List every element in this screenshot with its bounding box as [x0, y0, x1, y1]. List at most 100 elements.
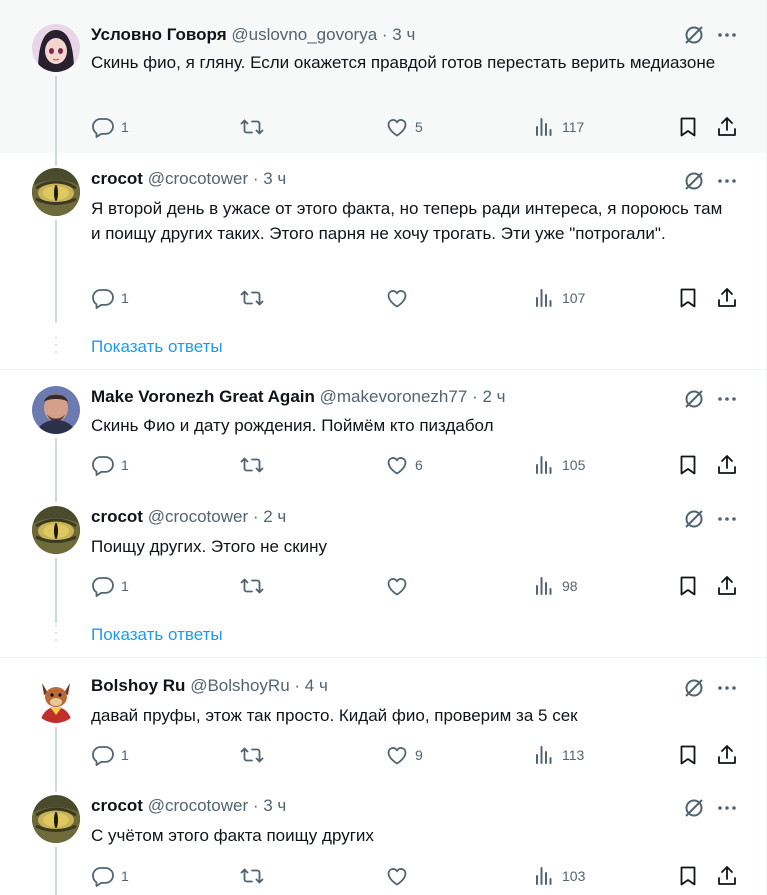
- grok-icon[interactable]: [683, 24, 705, 46]
- tweet-text: давай пруфы, этож так просто. Кидай фио,…: [91, 706, 578, 725]
- like-icon: [385, 453, 409, 477]
- author-handle[interactable]: @BolshoyRu: [190, 676, 289, 695]
- like-button[interactable]: [385, 864, 415, 888]
- share-button[interactable]: [715, 574, 739, 598]
- views-icon: [532, 286, 556, 310]
- author-name[interactable]: Make Voronezh Great Again: [91, 387, 315, 406]
- show-replies-link[interactable]: Показать ответы: [91, 623, 223, 647]
- thread-line: [55, 558, 57, 623]
- views-button[interactable]: 105: [532, 453, 585, 477]
- views-icon: [532, 453, 556, 477]
- like-count: 9: [415, 747, 423, 763]
- separator-dot: ·: [294, 676, 301, 695]
- share-button[interactable]: [715, 743, 739, 767]
- author-name[interactable]: crocot: [91, 169, 143, 188]
- avatar[interactable]: [32, 506, 80, 554]
- views-button[interactable]: 117: [532, 115, 584, 139]
- more-icon[interactable]: [716, 508, 738, 530]
- more-icon[interactable]: [716, 677, 738, 699]
- reply-icon: [91, 115, 115, 139]
- more-icon[interactable]: [716, 24, 738, 46]
- bookmark-button[interactable]: [676, 864, 700, 888]
- bookmark-icon: [676, 286, 700, 310]
- avatar[interactable]: [32, 795, 80, 843]
- timestamp[interactable]: 4 ч: [305, 676, 328, 695]
- views-count: 107: [562, 290, 586, 306]
- grok-icon[interactable]: [683, 170, 705, 192]
- timestamp[interactable]: 3 ч: [392, 25, 415, 44]
- reply-button[interactable]: 1: [91, 864, 129, 888]
- like-button[interactable]: 5: [385, 115, 423, 139]
- reply-button[interactable]: 1: [91, 286, 129, 310]
- views-button[interactable]: 98: [532, 574, 578, 598]
- more-icon[interactable]: [716, 388, 738, 410]
- reply-count: 1: [121, 457, 129, 473]
- retweet-button[interactable]: [240, 453, 270, 477]
- more-icon[interactable]: [716, 170, 738, 192]
- retweet-icon: [240, 115, 264, 139]
- reply-count: 1: [121, 290, 129, 306]
- views-button[interactable]: 103: [532, 864, 585, 888]
- avatar[interactable]: [32, 386, 80, 434]
- reply-button[interactable]: 1: [91, 453, 129, 477]
- share-button[interactable]: [715, 286, 739, 310]
- author-name[interactable]: crocot: [91, 507, 143, 526]
- more-icon[interactable]: [716, 797, 738, 819]
- reply-button[interactable]: 1: [91, 115, 129, 139]
- reply-button[interactable]: 1: [91, 574, 129, 598]
- author-handle[interactable]: @crocotower: [148, 169, 248, 188]
- timestamp[interactable]: 3 ч: [263, 169, 286, 188]
- like-button[interactable]: 6: [385, 453, 423, 477]
- retweet-icon: [240, 453, 264, 477]
- avatar[interactable]: [32, 675, 80, 723]
- show-replies-link[interactable]: Показать ответы: [91, 335, 223, 359]
- timestamp[interactable]: 2 ч: [263, 507, 286, 526]
- reply-button[interactable]: 1: [91, 743, 129, 767]
- tweet-text: Поищу других. Этого не скину: [91, 537, 328, 556]
- author-handle[interactable]: @crocotower: [148, 796, 248, 815]
- author-handle[interactable]: @crocotower: [148, 507, 248, 526]
- views-button[interactable]: 113: [532, 743, 584, 767]
- share-button[interactable]: [715, 453, 739, 477]
- reply-icon: [91, 453, 115, 477]
- retweet-button[interactable]: [240, 864, 270, 888]
- avatar[interactable]: [32, 24, 80, 72]
- author-handle[interactable]: @uslovno_govorya: [231, 25, 377, 44]
- bookmark-icon: [676, 115, 700, 139]
- tweet-actions: 1 98: [91, 574, 751, 598]
- retweet-button[interactable]: [240, 115, 270, 139]
- share-button[interactable]: [715, 864, 739, 888]
- timestamp[interactable]: 2 ч: [482, 387, 505, 406]
- bookmark-button[interactable]: [676, 743, 700, 767]
- bookmark-button[interactable]: [676, 286, 700, 310]
- grok-icon[interactable]: [683, 677, 705, 699]
- tweet-text: Я второй день в ужасе от этого факта, но…: [91, 199, 723, 243]
- grok-icon[interactable]: [683, 508, 705, 530]
- author-name[interactable]: Bolshoy Ru: [91, 676, 185, 695]
- retweet-button[interactable]: [240, 743, 270, 767]
- timestamp[interactable]: 3 ч: [263, 796, 286, 815]
- reply-count: 1: [121, 578, 129, 594]
- author-handle[interactable]: @makevoronezh77: [320, 387, 468, 406]
- bookmark-button[interactable]: [676, 453, 700, 477]
- avatar[interactable]: [32, 168, 80, 216]
- retweet-button[interactable]: [240, 574, 270, 598]
- thread-line: [55, 220, 57, 323]
- share-button[interactable]: [715, 115, 739, 139]
- thread-line: [55, 847, 57, 895]
- tweet-actions: 1 9 113: [91, 743, 751, 767]
- retweet-button[interactable]: [240, 286, 270, 310]
- bookmark-button[interactable]: [676, 115, 700, 139]
- views-icon: [532, 743, 556, 767]
- bookmark-button[interactable]: [676, 574, 700, 598]
- like-button[interactable]: [385, 574, 415, 598]
- like-icon: [385, 574, 409, 598]
- grok-icon[interactable]: [683, 797, 705, 819]
- like-button[interactable]: [385, 286, 415, 310]
- views-button[interactable]: 107: [532, 286, 585, 310]
- author-name[interactable]: crocot: [91, 796, 143, 815]
- grok-icon[interactable]: [683, 388, 705, 410]
- like-button[interactable]: 9: [385, 743, 423, 767]
- tweet-text: Скинь фио, я гляну. Если окажется правдо…: [91, 53, 716, 72]
- author-name[interactable]: Условно Говоря: [91, 25, 227, 44]
